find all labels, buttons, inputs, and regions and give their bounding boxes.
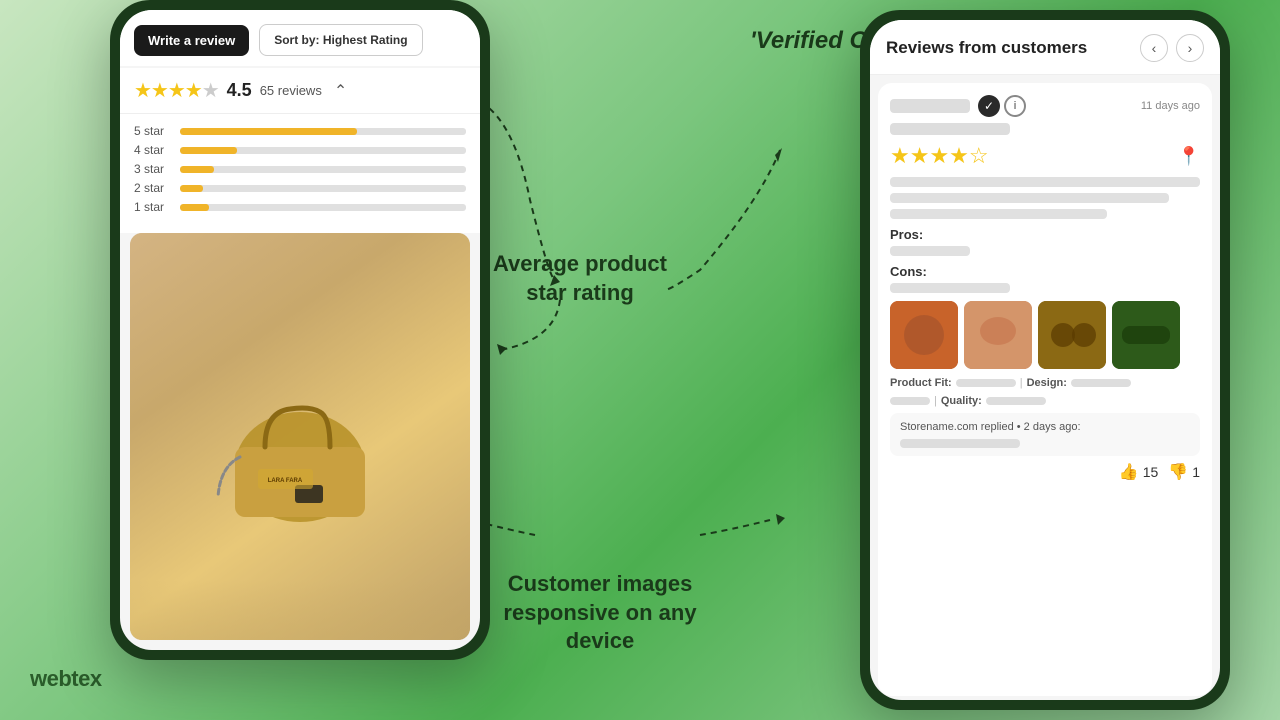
annotation-avg-rating: Average product star rating	[490, 250, 670, 307]
review-image-4[interactable]	[1112, 301, 1180, 369]
star-3-bar-bg	[180, 166, 466, 173]
sort-label: Sort by:	[274, 33, 319, 47]
pros-bar	[890, 246, 970, 256]
star-3-label: 3 star	[134, 162, 172, 176]
star-4-bar-bg	[180, 147, 466, 154]
design-bar	[1071, 379, 1131, 387]
svg-text:LARA FARA: LARA FARA	[268, 478, 303, 484]
chevron-up-icon[interactable]: ⌃	[334, 81, 347, 101]
check-circle-icon: ✓	[978, 95, 1000, 117]
star-2-bar-fill	[180, 185, 203, 192]
time-ago: 11 days ago	[1141, 100, 1200, 112]
write-review-button[interactable]: Write a review	[134, 25, 249, 56]
review-text-line-2	[890, 193, 1169, 203]
review-card: ✓ i 11 days ago ★★★★☆ 📍 Pros:	[878, 83, 1212, 696]
helpful-count: 15	[1143, 464, 1159, 480]
star-bar-row-2: 2 star	[134, 181, 466, 195]
customer-images-text: Customer images responsive on any device	[503, 571, 696, 653]
nav-next-button[interactable]: ›	[1176, 34, 1204, 62]
webtex-logo: webtex	[30, 666, 102, 692]
pros-section: Pros:	[890, 227, 1200, 256]
helpful-item-down[interactable]: 👎 1	[1168, 462, 1200, 482]
star-bar-row-3: 3 star	[134, 162, 466, 176]
review-image-3[interactable]	[1038, 301, 1106, 369]
reviewer-name-placeholder	[890, 99, 970, 113]
star-1-bar-fill	[180, 204, 209, 211]
rating-row[interactable]: ★★★★★ 4.5 65 reviews ⌃	[120, 68, 480, 114]
star-3-bar-fill	[180, 166, 214, 173]
review-image-1[interactable]	[890, 301, 958, 369]
star-1-bar-bg	[180, 204, 466, 211]
star-bars-section: 5 star 4 star 3 star 2 star	[120, 114, 480, 233]
helpful-row: 👍 15 👎 1	[890, 462, 1200, 482]
avg-rating-text: Average product star rating	[493, 251, 667, 305]
product-fit-bar	[956, 379, 1016, 387]
star-5-bar-fill	[180, 128, 357, 135]
star-1-label: 1 star	[134, 200, 172, 214]
review-text-line-1	[890, 177, 1200, 187]
logo-text: webtex	[30, 666, 102, 691]
reply-section: Storename.com replied • 2 days ago:	[890, 413, 1200, 456]
location-pin-icon: 📍	[1178, 146, 1200, 167]
reply-bar	[900, 439, 1020, 448]
left-phone: Write a review Sort by: Highest Rating ★…	[110, 0, 490, 660]
star-5-label: 5 star	[134, 124, 172, 138]
pros-label: Pros:	[890, 227, 1200, 242]
reviews-count: 65 reviews	[260, 83, 322, 98]
quality-bar	[986, 397, 1046, 405]
attr-bar-2	[890, 397, 930, 405]
attributes-row-2: | Quality:	[890, 395, 1200, 407]
right-header: Reviews from customers ‹ ›	[870, 20, 1220, 75]
helpful-item-up[interactable]: 👍 15	[1119, 462, 1159, 482]
quality-label: Quality:	[941, 395, 982, 407]
reviewer-row: ✓ i 11 days ago	[890, 95, 1200, 117]
star-2-bar-bg	[180, 185, 466, 192]
review-text-line-3	[890, 209, 1107, 219]
nav-arrows: ‹ ›	[1140, 34, 1204, 62]
star-2-label: 2 star	[134, 181, 172, 195]
reviewer-info: ✓ i	[890, 95, 1026, 117]
reviews-from-customers-title: Reviews from customers	[886, 38, 1087, 58]
review-image-2[interactable]	[964, 301, 1032, 369]
left-phone-screen: Write a review Sort by: Highest Rating ★…	[120, 10, 480, 650]
cons-bar	[890, 283, 1010, 293]
rating-stars: ★★★★★	[134, 78, 219, 103]
annotation-customer-images: Customer images responsive on any device	[490, 570, 710, 656]
review-images[interactable]	[890, 301, 1200, 369]
star-5-bar-bg	[180, 128, 466, 135]
product-fit-label: Product Fit:	[890, 377, 952, 389]
star-bar-row-1: 1 star	[134, 200, 466, 214]
star-4-bar-fill	[180, 147, 237, 154]
nav-prev-button[interactable]: ‹	[1140, 34, 1168, 62]
star-bar-row-4: 4 star	[134, 143, 466, 157]
left-top-bar: Write a review Sort by: Highest Rating	[120, 10, 480, 66]
review-stars-row: ★★★★☆ 📍	[890, 143, 1200, 169]
sort-button[interactable]: Sort by: Highest Rating	[259, 24, 422, 56]
thumbs-up-icon: 👍	[1119, 462, 1139, 482]
product-image: LARA FARA	[130, 233, 470, 640]
review-stars: ★★★★☆	[890, 143, 989, 169]
cons-section: Cons:	[890, 264, 1200, 293]
reviewer-name-bar	[890, 123, 1010, 135]
attributes-row: Product Fit: | Design:	[890, 377, 1200, 389]
star-4-label: 4 star	[134, 143, 172, 157]
sort-value: Highest Rating	[323, 33, 408, 47]
bag-image: LARA FARA	[130, 233, 470, 640]
right-phone-screen: Reviews from customers ‹ › ✓ i 11 days a…	[870, 20, 1220, 700]
rating-number: 4.5	[227, 80, 252, 101]
info-circle-icon: i	[1004, 95, 1026, 117]
bag-svg: LARA FARA	[200, 337, 400, 537]
unhelpful-count: 1	[1192, 464, 1200, 480]
reply-text: Storename.com replied • 2 days ago:	[900, 421, 1190, 433]
star-bar-row-5: 5 star	[134, 124, 466, 138]
design-label: Design:	[1027, 377, 1067, 389]
verified-badge: ✓ i	[978, 95, 1026, 117]
right-phone: Reviews from customers ‹ › ✓ i 11 days a…	[860, 10, 1230, 710]
thumbs-down-icon: 👎	[1168, 462, 1188, 482]
cons-label: Cons:	[890, 264, 1200, 279]
